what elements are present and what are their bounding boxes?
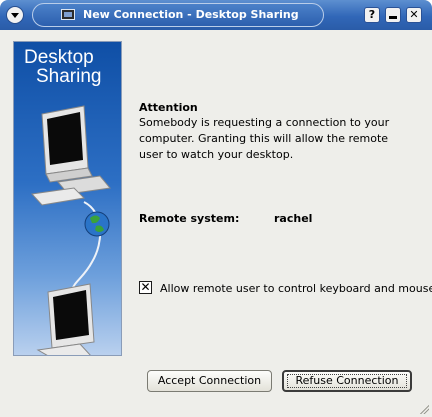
help-button[interactable]: ? bbox=[364, 7, 380, 23]
title-bar[interactable]: New Connection - Desktop Sharing ? ✕ bbox=[0, 0, 432, 30]
focus-ring bbox=[287, 374, 407, 388]
remote-system-value: rachel bbox=[274, 212, 313, 225]
computer-icon bbox=[30, 105, 111, 206]
refuse-connection-button[interactable]: Refuse Connection bbox=[282, 370, 412, 392]
computer-icon bbox=[36, 283, 95, 355]
banner-title-line1: Desktop bbox=[24, 47, 94, 68]
close-icon: ✕ bbox=[409, 8, 419, 21]
window-menu-button[interactable] bbox=[6, 6, 24, 24]
banner-title-line2: Sharing bbox=[36, 66, 102, 87]
globe-icon bbox=[84, 211, 110, 237]
attention-message: Somebody is requesting a connection to y… bbox=[139, 116, 390, 161]
accept-connection-button[interactable]: Accept Connection bbox=[147, 370, 272, 392]
banner-title: Desktop Sharing bbox=[24, 48, 102, 86]
close-button[interactable]: ✕ bbox=[406, 7, 422, 23]
resize-grip[interactable] bbox=[419, 404, 429, 414]
desktop-sharing-banner: Desktop Sharing bbox=[13, 41, 122, 356]
computers-network-illustration bbox=[30, 105, 111, 355]
remote-system-label: Remote system: bbox=[139, 212, 240, 225]
checkmark-icon: ✕ bbox=[140, 280, 151, 294]
title-pill: New Connection - Desktop Sharing bbox=[32, 3, 324, 27]
desktop-sharing-icon bbox=[61, 9, 75, 20]
attention-heading: Attention bbox=[139, 101, 198, 114]
allow-control-label[interactable]: Allow remote user to control keyboard an… bbox=[160, 282, 432, 295]
dialog-window: New Connection - Desktop Sharing ? ✕ Des… bbox=[0, 0, 432, 417]
help-icon: ? bbox=[368, 8, 376, 21]
allow-control-checkbox[interactable]: ✕ bbox=[139, 281, 152, 294]
window-title: New Connection - Desktop Sharing bbox=[83, 8, 299, 21]
minimize-button[interactable] bbox=[385, 7, 401, 23]
